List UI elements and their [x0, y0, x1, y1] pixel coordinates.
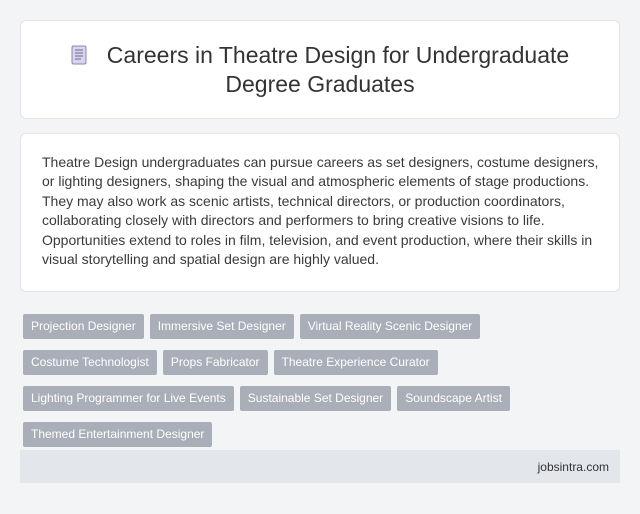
document-icon	[71, 45, 87, 64]
summary-text: Theatre Design undergraduates can pursue…	[42, 154, 599, 268]
summary-card: Theatre Design undergraduates can pursue…	[20, 133, 620, 292]
title-card: Careers in Theatre Design for Undergradu…	[20, 20, 620, 119]
career-tag[interactable]: Props Fabricator	[162, 350, 268, 375]
career-tag[interactable]: Immersive Set Designer	[149, 314, 294, 339]
career-tag[interactable]: Sustainable Set Designer	[239, 386, 392, 411]
career-tag[interactable]: Lighting Programmer for Live Events	[23, 386, 234, 411]
page-title-wrapper: Careers in Theatre Design for Undergradu…	[50, 41, 590, 99]
career-tag[interactable]: Themed Entertainment Designer	[23, 422, 213, 447]
footer-site-link[interactable]: jobsintra.com	[538, 460, 609, 474]
career-tag[interactable]: Projection Designer	[23, 314, 144, 339]
career-tag[interactable]: Soundscape Artist	[397, 386, 510, 411]
career-tag[interactable]: Theatre Experience Curator	[273, 350, 438, 375]
page-title: Careers in Theatre Design for Undergradu…	[106, 41, 570, 97]
career-tags: Projection Designer Immersive Set Design…	[20, 310, 620, 454]
career-tag[interactable]: Virtual Reality Scenic Designer	[299, 314, 481, 339]
page: Careers in Theatre Design for Undergradu…	[0, 0, 640, 514]
footer: jobsintra.com	[20, 450, 620, 483]
career-tag[interactable]: Costume Technologist	[23, 350, 157, 375]
